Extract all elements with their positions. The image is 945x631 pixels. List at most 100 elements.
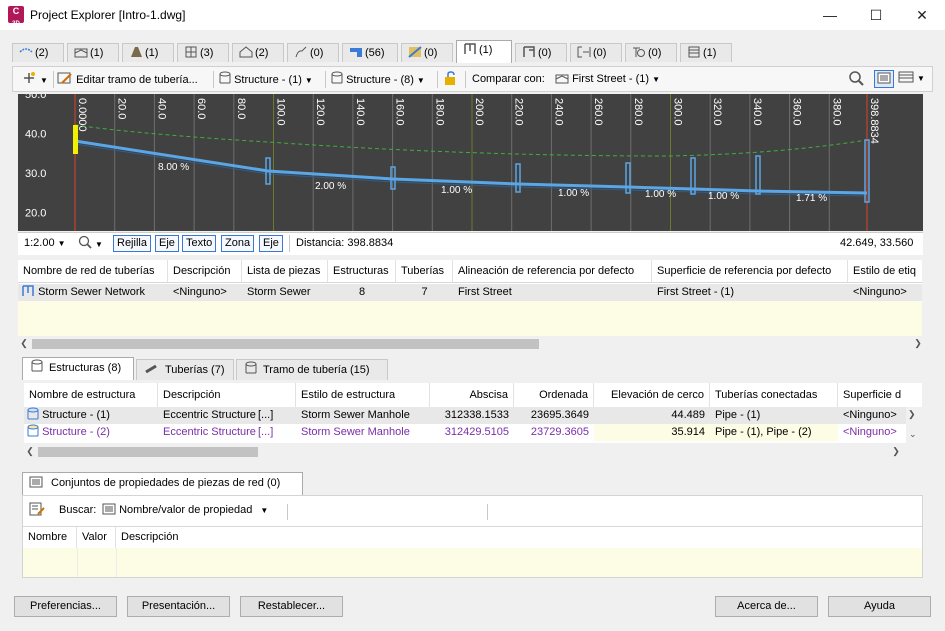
edit-pipe-run-button[interactable]: Editar tramo de tubería... <box>57 71 198 88</box>
structures-vscroll[interactable]: ❯ ⌄ <box>906 407 922 443</box>
column-header[interactable]: Descripción <box>158 383 296 407</box>
tab-sample-lines[interactable]: (3) <box>177 43 229 62</box>
table-row[interactable]: Structure - (2) Eccentric Structure [...… <box>24 424 922 441</box>
compare-dropdown[interactable]: First Street - (1) ▼ <box>555 71 660 88</box>
presentation-button[interactable]: Presentación... <box>127 596 230 617</box>
zoom-button[interactable] <box>848 70 864 87</box>
structures-hscroll[interactable]: ❮ ❯ <box>24 444 924 459</box>
property-list-icon <box>29 475 43 496</box>
column-header[interactable]: Tuberías conectadas <box>710 383 838 407</box>
grid-view-dropdown[interactable]: ▼ <box>898 70 925 87</box>
text-toggle-button[interactable]: Texto <box>182 235 217 252</box>
column-header[interactable]: Nombre de estructura <box>24 383 158 407</box>
structure-icon <box>245 361 257 383</box>
add-object-button[interactable]: ▼ <box>21 71 48 88</box>
magnifier-icon <box>848 70 864 92</box>
column-header[interactable]: Alineación de referencia por defecto <box>453 260 652 282</box>
tab-pipe-networks[interactable]: (1) <box>456 40 512 63</box>
column-header[interactable]: Valor <box>77 527 116 548</box>
table-row[interactable]: Storm Sewer Network <Ninguno> Storm Sewe… <box>18 284 922 301</box>
tab-property-sets[interactable]: Conjuntos de propiedades de piezas de re… <box>22 472 303 495</box>
profile-icon <box>555 72 569 90</box>
parcel-icon <box>408 46 422 58</box>
tab-tables[interactable]: (1) <box>680 43 732 62</box>
column-header[interactable]: Abscisa <box>430 383 514 407</box>
station-label: 300.0 <box>672 98 684 126</box>
tab-assemblies[interactable]: (0) <box>570 43 622 62</box>
tab-pipe-runs[interactable]: Tramo de tubería (15) <box>236 359 388 380</box>
zoom-dropdown[interactable]: ▼ <box>78 235 103 252</box>
tab-count: (0) <box>648 47 662 59</box>
reset-button[interactable]: Restablecer... <box>240 596 343 617</box>
unlock-icon <box>443 71 457 91</box>
column-header[interactable]: Superficie de referencia por defecto <box>652 260 848 282</box>
column-header[interactable]: Tuberías <box>396 260 453 282</box>
table-cell: 312429.5105 <box>444 426 509 438</box>
table-cell: 44.489 <box>671 409 705 421</box>
scale-dropdown[interactable]: 1:2.00 ▼ <box>24 235 66 252</box>
profile-view[interactable]: 0.0000 20.0 40.0 60.0 80.0 100.0 120.0 140.0 160… <box>18 94 923 231</box>
tab-point-groups[interactable]: (56) <box>342 43 398 62</box>
tab-intersections[interactable]: (0) <box>625 43 677 62</box>
scroll-right-arrow[interactable]: ❯ <box>912 336 924 351</box>
tab-profiles[interactable]: (1) <box>67 43 119 62</box>
column-header[interactable]: Estructuras <box>328 260 396 282</box>
close-button[interactable]: ✕ <box>899 0 945 30</box>
table-row[interactable]: Structure - (1) Eccentric Structure [...… <box>24 407 922 424</box>
about-button[interactable]: Acerca de... <box>715 596 818 617</box>
column-header[interactable]: Descripción <box>116 527 316 548</box>
table-cell: First Street <box>458 286 512 298</box>
structure-icon <box>27 424 39 441</box>
zone-toggle-button[interactable]: Zona <box>221 235 255 252</box>
column-header[interactable]: Ordenada <box>514 383 594 407</box>
scroll-down-arrow[interactable]: ⌄ <box>909 429 917 440</box>
maximize-button[interactable]: ☐ <box>853 0 899 30</box>
tab-alignments[interactable]: (2) <box>12 43 64 62</box>
scroll-left-arrow[interactable]: ❮ <box>24 444 36 459</box>
list-view-button[interactable] <box>874 70 894 88</box>
tab-feature-lines[interactable]: (0) <box>287 43 339 62</box>
scroll-thumb[interactable] <box>32 339 539 349</box>
column-header[interactable]: Nombre de red de tuberías <box>18 260 168 282</box>
lock-toggle[interactable] <box>443 71 457 88</box>
search-field-dropdown[interactable]: Nombre/valor de propiedad ▼ <box>102 502 268 519</box>
help-button[interactable]: Ayuda <box>828 596 931 617</box>
tab-count: (2) <box>255 47 269 59</box>
tab-parcels[interactable]: (0) <box>401 43 453 62</box>
grid-toggle-button[interactable]: Rejilla <box>113 235 151 252</box>
tab-surfaces[interactable]: (2) <box>232 43 284 62</box>
ellipsis-button[interactable]: [...] <box>258 407 296 424</box>
scroll-up-arrow[interactable]: ❯ <box>908 409 916 420</box>
column-header[interactable]: Elevación de cerco <box>594 383 710 407</box>
column-header[interactable]: Lista de piezas <box>242 260 328 282</box>
axis-toggle-button-2[interactable]: Eje <box>259 235 283 252</box>
column-header[interactable]: Descripción <box>168 260 242 282</box>
axis-toggle-button[interactable]: Eje <box>155 235 179 252</box>
search-field-value: Nombre/valor de propiedad <box>119 504 253 516</box>
profile-canvas: 0.0000 20.0 40.0 60.0 80.0 100.0 120.0 140.0 160… <box>25 94 880 231</box>
column-header[interactable]: Estilo de estructura <box>296 383 430 407</box>
tab-pipes[interactable]: Tuberías (7) <box>136 359 234 380</box>
station-label: 40.0 <box>155 98 167 119</box>
structure-to-dropdown[interactable]: Structure - (8) ▼ <box>331 71 425 88</box>
scroll-right-arrow[interactable]: ❯ <box>890 444 902 459</box>
slope-label: 1.00 % <box>708 191 739 202</box>
column-header[interactable]: Estilo de etiq <box>848 260 922 282</box>
structure-from-dropdown[interactable]: Structure - (1) ▼ <box>219 71 313 88</box>
tab-structures[interactable]: Estructuras (8) <box>22 357 134 380</box>
scroll-left-arrow[interactable]: ❮ <box>18 336 30 351</box>
ellipsis-button[interactable]: [...] <box>258 424 296 441</box>
column-header[interactable]: Nombre <box>23 527 77 548</box>
station-label: 360.0 <box>791 98 803 126</box>
scroll-thumb[interactable] <box>38 447 258 457</box>
tab-pressure-networks[interactable]: (0) <box>515 43 567 62</box>
tab-corridors[interactable]: (1) <box>122 43 174 62</box>
structure-marker <box>515 163 521 193</box>
column-header[interactable]: Superficie d <box>838 383 922 407</box>
minimize-button[interactable]: — <box>807 0 853 30</box>
selected-structure-marker <box>73 125 78 154</box>
cell-text: Structure - (2) <box>42 426 110 438</box>
preferences-button[interactable]: Preferencias... <box>14 596 117 617</box>
network-table-hscroll[interactable]: ❮ ❯ <box>18 336 926 351</box>
edit-property-button[interactable] <box>29 502 45 519</box>
